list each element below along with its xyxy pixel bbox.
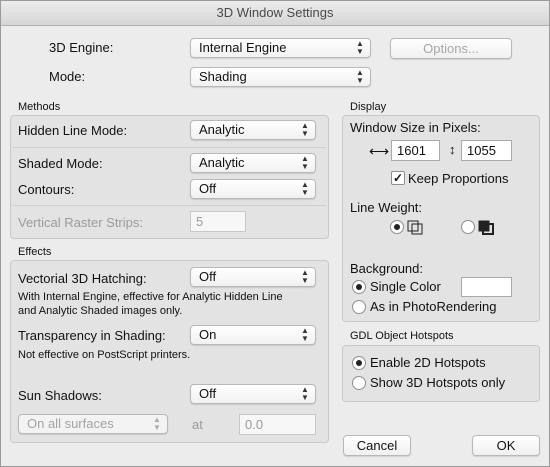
single-color-radio[interactable]: [352, 280, 366, 294]
height-arrow-icon: ↕: [449, 142, 456, 157]
hotspots-title: GDL Object Hotspots: [350, 330, 454, 342]
height-field[interactable]: 1055: [461, 140, 512, 161]
hatching-note-2: and Analytic Shaded images only.: [18, 305, 183, 317]
options-button[interactable]: Options...: [390, 38, 512, 59]
popup-arrows-icon: ▲ ▼: [153, 415, 161, 432]
engine-popup-value: Internal Engine: [199, 40, 287, 55]
dialog-window: 3D Window Settings 3D Engine: Internal E…: [0, 0, 550, 467]
surfaces-popup[interactable]: On all surfaces ▲ ▼: [18, 414, 168, 434]
thick-lines-icon: [478, 220, 494, 235]
width-field[interactable]: 1601: [391, 140, 440, 161]
window-title: 3D Window Settings: [1, 1, 549, 26]
hotspots-group: [342, 345, 540, 402]
popup-arrows-icon: ▲ ▼: [301, 180, 309, 197]
transparency-value: On: [199, 327, 217, 342]
cancel-button[interactable]: Cancel: [343, 435, 411, 456]
methods-title: Methods: [18, 101, 61, 113]
engine-popup[interactable]: Internal Engine ▲ ▼: [190, 38, 371, 58]
engine-label: 3D Engine:: [49, 40, 114, 55]
popup-arrows-icon: ▲ ▼: [301, 385, 309, 402]
line-weight-label: Line Weight:: [350, 200, 423, 215]
background-color-swatch[interactable]: [461, 277, 512, 297]
ok-button[interactable]: OK: [472, 435, 540, 456]
shaded-mode-popup[interactable]: Analytic ▲ ▼: [190, 153, 316, 173]
mode-popup[interactable]: Shading ▲ ▼: [190, 67, 371, 87]
line-weight-thick-radio[interactable]: [461, 220, 475, 234]
transparency-popup[interactable]: On ▲ ▼: [190, 325, 316, 345]
thin-lines-icon: [407, 220, 423, 235]
hidden-line-value: Analytic: [199, 122, 245, 137]
hidden-line-label: Hidden Line Mode:: [18, 123, 128, 138]
at-field[interactable]: 0.0: [239, 414, 316, 435]
sun-shadows-value: Off: [199, 386, 217, 401]
surfaces-value: On all surfaces: [27, 416, 114, 431]
transparency-label: Transparency in Shading:: [18, 328, 166, 343]
hatching-label: Vectorial 3D Hatching:: [18, 271, 147, 286]
popup-arrows-icon: ▲ ▼: [301, 121, 309, 138]
display-title: Display: [350, 101, 387, 113]
transparency-note: Not effective on PostScript printers.: [18, 349, 191, 361]
hatching-popup[interactable]: Off ▲ ▼: [190, 267, 316, 287]
hidden-line-popup[interactable]: Analytic ▲ ▼: [190, 120, 316, 140]
sun-shadows-popup[interactable]: Off ▲ ▼: [190, 384, 316, 404]
enable-2d-hotspots-label: Enable 2D Hotspots: [370, 355, 486, 370]
popup-arrows-icon: ▲ ▼: [301, 268, 309, 285]
raster-strips-label: Vertical Raster Strips:: [18, 215, 143, 230]
background-label: Background:: [350, 261, 423, 276]
keep-proportions-label: Keep Proportions: [408, 171, 509, 186]
popup-arrows-icon: ▲ ▼: [301, 326, 309, 343]
contours-label: Contours:: [18, 182, 75, 197]
width-arrow-icon: ⟷: [369, 143, 390, 159]
shaded-mode-label: Shaded Mode:: [18, 156, 103, 171]
popup-arrows-icon: ▲ ▼: [356, 68, 364, 85]
at-label: at: [192, 417, 203, 432]
window-size-label: Window Size in Pixels:: [350, 120, 481, 135]
divider: [13, 205, 326, 206]
show-3d-hotspots-radio[interactable]: [352, 376, 366, 390]
photorendering-label: As in PhotoRendering: [370, 299, 497, 314]
enable-2d-hotspots-radio[interactable]: [352, 356, 366, 370]
divider: [13, 147, 326, 148]
effects-title: Effects: [18, 246, 52, 258]
mode-popup-value: Shading: [199, 69, 247, 84]
popup-arrows-icon: ▲ ▼: [356, 39, 364, 56]
line-weight-thin-radio[interactable]: [390, 220, 404, 234]
contours-popup[interactable]: Off ▲ ▼: [190, 179, 316, 199]
photorendering-radio[interactable]: [352, 300, 366, 314]
hatching-value: Off: [199, 269, 217, 284]
keep-proportions-checkbox[interactable]: ✓: [391, 171, 405, 185]
single-color-label: Single Color: [370, 279, 441, 294]
raster-strips-field[interactable]: 5: [190, 211, 246, 232]
hatching-note-1: With Internal Engine, effective for Anal…: [18, 291, 283, 303]
show-3d-hotspots-label: Show 3D Hotspots only: [370, 375, 506, 390]
popup-arrows-icon: ▲ ▼: [301, 154, 309, 171]
sun-shadows-label: Sun Shadows:: [18, 388, 102, 403]
contours-value: Off: [199, 181, 217, 196]
mode-label: Mode:: [49, 69, 86, 84]
shaded-mode-value: Analytic: [199, 155, 245, 170]
